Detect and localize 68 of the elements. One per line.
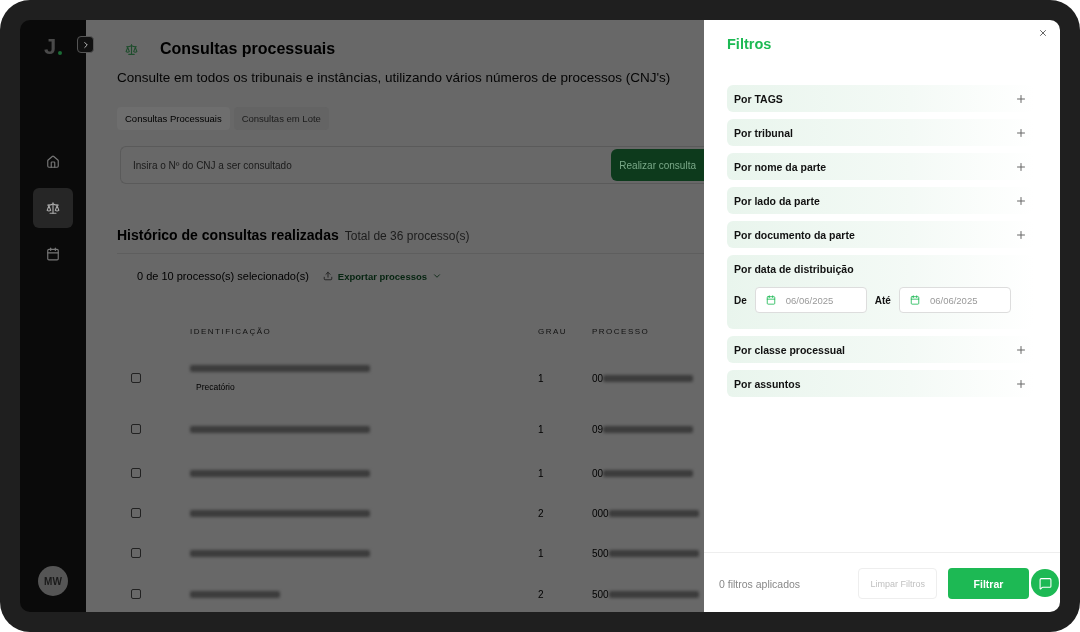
export-button[interactable]: Exportar processos	[322, 270, 443, 282]
chevron-down-icon	[432, 271, 443, 281]
upload-icon	[322, 271, 333, 281]
scale-icon	[46, 201, 60, 215]
applied-count: 0 filtros aplicados	[719, 577, 801, 590]
plus-icon	[1015, 228, 1027, 241]
tab[interactable]: Consultas Processuais	[117, 107, 230, 130]
row-checkbox[interactable]	[131, 373, 141, 383]
row-checkbox[interactable]	[131, 508, 141, 518]
home-icon	[46, 155, 60, 169]
filter-header[interactable]: Por data de distribuição	[734, 255, 1027, 282]
row-checkbox[interactable]	[131, 424, 141, 434]
date-field[interactable]: 06/06/2025	[898, 287, 1011, 313]
expand-button[interactable]	[77, 36, 94, 53]
plus-icon	[1015, 92, 1027, 105]
table-cell: 00	[592, 372, 604, 384]
chat-icon	[1038, 576, 1052, 590]
calendar-icon	[909, 295, 920, 305]
filter-header[interactable]: Por TAGS	[734, 85, 1027, 112]
table-cell-text: 2	[538, 507, 545, 519]
row-tag: Precatório	[196, 381, 538, 392]
plus-icon	[1015, 194, 1027, 207]
logo: J	[43, 34, 63, 60]
chat-button[interactable]	[1031, 569, 1059, 597]
page-subtitle: Consulte em todos os tribunais e instâncias, utilizando vários números de processos (CNJ's)	[117, 70, 672, 85]
table-cell: 00	[592, 467, 604, 479]
scale-icon	[125, 42, 138, 56]
table-cell-text: 1	[538, 372, 545, 384]
total-count: Total de 36 processo(s)	[344, 229, 470, 243]
field-label: Até	[874, 294, 891, 306]
calendar-icon	[765, 295, 776, 305]
search-button[interactable]: Realizar consulta	[611, 149, 704, 181]
filter-header[interactable]: Por nome da parte	[734, 153, 1027, 180]
filter-header[interactable]: Por assuntos	[734, 370, 1027, 397]
table-cell: 500	[592, 588, 609, 600]
column-header: GRAU	[538, 327, 568, 336]
row-checkbox[interactable]	[131, 589, 141, 599]
filter-header[interactable]: Por classe processual	[734, 336, 1027, 363]
filter-header[interactable]: Por tribunal	[734, 119, 1027, 146]
plus-icon	[1015, 343, 1027, 356]
table-cell: 500	[592, 547, 609, 559]
table-cell: 000	[592, 507, 609, 519]
row-checkbox[interactable]	[131, 548, 141, 558]
filter-header[interactable]: Por lado da parte	[734, 187, 1027, 214]
field-label: De	[734, 294, 747, 306]
page-title: Consultas processuais	[160, 40, 336, 58]
table-cell-text: 1	[538, 467, 545, 479]
cnj-search-field[interactable]: Insira o Nº do CNJ a ser consultado Realizar consulta	[120, 146, 704, 184]
column-header: PROCESSO	[592, 327, 650, 336]
date-field[interactable]: 06/06/2025	[754, 287, 867, 313]
filter-header[interactable]: Por documento da parte	[734, 221, 1027, 248]
filter-button[interactable]: Filtrar	[948, 568, 1029, 599]
plus-icon	[1015, 160, 1027, 173]
table-cell: 09	[592, 423, 604, 435]
close-icon	[1038, 28, 1048, 38]
tab[interactable]: Consultas em Lote	[233, 107, 329, 130]
row-checkbox[interactable]	[131, 468, 141, 478]
plus-icon	[1015, 126, 1027, 139]
calendar-icon	[46, 247, 60, 261]
column-header: IDENTIFICAÇÃO	[190, 327, 272, 336]
table-cell-text: 1	[538, 547, 545, 559]
drawer-title: Filtros	[727, 36, 773, 52]
table-cell-text: 1	[538, 423, 545, 435]
selection-count: 0 de 10 processo(s) selecionado(s)	[137, 270, 309, 282]
table-cell-text: 2	[538, 588, 545, 600]
nav-item[interactable]	[33, 188, 73, 228]
plus-icon	[1015, 377, 1027, 390]
section-title: Histórico de consultas realizadas	[117, 227, 339, 243]
